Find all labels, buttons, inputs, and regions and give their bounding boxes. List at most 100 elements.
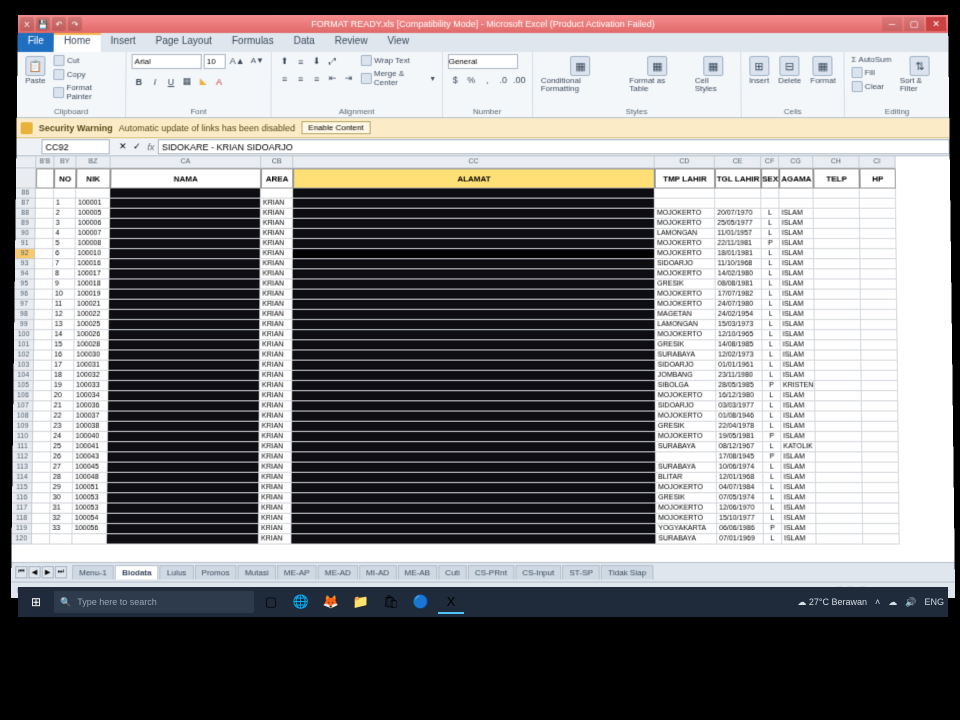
cell-selected[interactable] [293, 199, 655, 209]
cell[interactable]: MOJOKERTO [656, 412, 717, 422]
cell[interactable]: ISLAM [780, 229, 814, 239]
cell[interactable]: ISLAM [780, 219, 814, 229]
col-header[interactable]: CC [293, 156, 654, 168]
cell[interactable] [862, 401, 898, 411]
cell[interactable] [34, 371, 52, 381]
cell-selected[interactable] [292, 350, 655, 360]
cell-selected[interactable] [292, 412, 656, 422]
cell[interactable]: 30 [51, 493, 73, 503]
cell[interactable]: 20/07/1970 [715, 209, 761, 219]
cell[interactable] [32, 514, 50, 524]
cell[interactable]: 100041 [73, 442, 107, 452]
cell[interactable] [863, 524, 900, 534]
cell[interactable] [33, 442, 51, 452]
cell-selected[interactable] [293, 290, 656, 300]
cell[interactable]: 12/01/1968 [717, 473, 764, 483]
cell[interactable] [861, 279, 897, 289]
cell[interactable]: ISLAM [780, 310, 814, 320]
cell[interactable] [862, 432, 899, 442]
format-as-table-button[interactable]: ▦Format as Table [626, 54, 689, 95]
delete-cells-button[interactable]: ⊟Delete [775, 54, 804, 87]
cell[interactable]: L [764, 534, 782, 544]
cell[interactable]: 23/11/1980 [716, 371, 763, 381]
cell[interactable]: L [762, 259, 780, 269]
cell-selected[interactable] [292, 381, 656, 391]
cell[interactable] [34, 340, 52, 350]
row-header[interactable]: 114 [12, 473, 32, 483]
cell[interactable]: L [763, 371, 781, 381]
cell[interactable]: MOJOKERTO [655, 269, 715, 279]
cell[interactable]: 8 [53, 269, 75, 279]
cell[interactable]: 100005 [76, 209, 110, 219]
cell[interactable]: ISLAM [780, 239, 814, 249]
cell-selected[interactable] [292, 463, 656, 473]
cell-selected[interactable] [292, 422, 656, 432]
cell[interactable]: ISLAM [780, 320, 814, 330]
cell[interactable] [36, 199, 54, 209]
cell[interactable]: 03/03/1977 [716, 401, 763, 411]
cell[interactable]: 08/08/1981 [716, 279, 762, 289]
cell[interactable] [110, 189, 261, 199]
sheet-tab[interactable]: ME-AD [318, 565, 358, 579]
cell[interactable]: KRIAN [259, 524, 291, 534]
format-cells-button[interactable]: ▦Format [807, 54, 839, 87]
sheet-tab[interactable]: ME-AP [277, 565, 317, 579]
cell-selected[interactable] [293, 239, 655, 249]
cell[interactable]: 11 [53, 300, 75, 310]
cell[interactable] [813, 189, 859, 199]
cell[interactable]: ISLAM [782, 524, 817, 534]
cell[interactable]: JOMBANG [656, 371, 717, 381]
cell[interactable]: 100051 [73, 483, 108, 493]
cell[interactable]: ISLAM [780, 259, 814, 269]
cell[interactable]: GRESIK [655, 279, 715, 289]
fill-button[interactable]: Fill [850, 66, 894, 79]
cell[interactable] [861, 340, 897, 350]
cell[interactable] [32, 493, 50, 503]
cell[interactable]: 7 [53, 259, 75, 269]
cell[interactable]: SURABAYA [656, 350, 717, 360]
row-header[interactable]: 105 [13, 381, 33, 391]
cell[interactable]: KRIAN [260, 330, 292, 340]
cell-selected[interactable] [293, 269, 655, 279]
cell[interactable]: ISLAM [780, 279, 814, 289]
orientation-icon[interactable]: ⤢ [325, 54, 340, 69]
percent-icon[interactable]: % [464, 72, 479, 87]
cell[interactable] [816, 483, 863, 493]
close-button[interactable]: ✕ [926, 17, 946, 31]
cell[interactable] [815, 371, 862, 381]
cell[interactable]: ISLAM [781, 422, 815, 432]
cell[interactable] [50, 534, 72, 544]
start-button[interactable]: ⊞ [22, 590, 50, 614]
cell[interactable]: ISLAM [781, 463, 815, 473]
cell[interactable] [814, 259, 860, 269]
cell[interactable] [110, 259, 261, 269]
row-header[interactable]: 112 [13, 452, 33, 462]
cell[interactable]: 12/02/1973 [716, 350, 762, 360]
cell[interactable] [860, 269, 896, 279]
tab-nav-next-icon[interactable]: ▶ [42, 566, 54, 578]
cell[interactable] [35, 269, 53, 279]
cell[interactable] [860, 189, 896, 199]
inc-decimal-icon[interactable]: .0 [496, 72, 511, 87]
row-header[interactable]: 93 [15, 259, 35, 269]
cell[interactable]: 15/03/1973 [716, 320, 762, 330]
cell[interactable]: ISLAM [781, 350, 815, 360]
row-header[interactable]: 86 [16, 189, 36, 199]
align-top-icon[interactable]: ⬆ [277, 54, 292, 69]
cell[interactable] [32, 483, 50, 493]
cell[interactable] [863, 534, 900, 544]
cell[interactable]: 22/11/1981 [715, 239, 761, 249]
cell[interactable]: 14 [52, 330, 74, 340]
cell[interactable]: 2 [54, 209, 76, 219]
tray-lang[interactable]: ENG [924, 597, 944, 607]
conditional-formatting-button[interactable]: ▦Conditional Formatting [538, 54, 624, 95]
cell[interactable] [108, 391, 260, 401]
cell[interactable]: 07/05/1974 [717, 493, 764, 503]
align-right-icon[interactable]: ≡ [309, 71, 324, 86]
cell[interactable]: MOJOKERTO [655, 239, 715, 249]
cell[interactable]: SURABAYA [656, 534, 717, 544]
row-header[interactable]: 103 [14, 361, 34, 371]
cell[interactable]: GRESIK [655, 340, 716, 350]
cell[interactable]: ISLAM [780, 269, 814, 279]
cell[interactable]: P [764, 524, 782, 534]
